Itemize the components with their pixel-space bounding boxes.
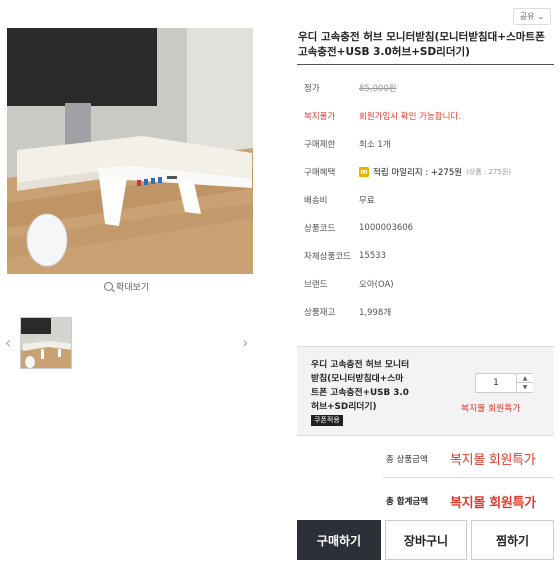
total-product-label: 총 상품금액 xyxy=(386,454,428,465)
option-name-wrap: 우디 고속충전 허브 모니터받침(모니터받침대+스마트폰 고속충전+USB 3.… xyxy=(311,358,411,428)
option-price: 복지몰 회원특가 xyxy=(461,404,521,414)
cart-button[interactable]: 장바구니 xyxy=(385,520,467,560)
total-sum-amount: 총 합계금액 복지몰 회원특가 xyxy=(383,482,554,520)
welfare-price-value: 회원가입시 확인 가능합니다. xyxy=(359,112,461,122)
total-product-amount: 총 상품금액 복지몰 회원특가 xyxy=(383,440,554,478)
zoom-link[interactable]: 확대보기 xyxy=(104,280,149,293)
chevron-left-icon[interactable]: ‹ xyxy=(5,335,11,351)
benefit-value: 적립 마일리지 : +275원 xyxy=(373,168,463,178)
total-sum-label: 총 합계금액 xyxy=(386,497,429,507)
chevron-right-icon[interactable]: › xyxy=(242,335,248,351)
mileage-badge-icon: m xyxy=(359,167,369,177)
shipping-label: 배송비 xyxy=(304,196,328,206)
option-name: 우디 고속충전 허브 모니터받침(모니터받침대+스마트폰 고속충전+USB 3.… xyxy=(311,360,410,412)
total-product-value: 복지몰 회원특가 xyxy=(450,453,536,468)
chevron-down-icon: ⌄ xyxy=(537,12,545,21)
share-button[interactable]: 공유 ⌄ xyxy=(513,8,551,25)
thumbnail-photo xyxy=(21,318,71,368)
total-sum-value: 복지몰 회원특가 xyxy=(450,495,536,511)
thumbnail-image[interactable] xyxy=(20,317,72,369)
selected-option-box: 우디 고속충전 허브 모니터받침(모니터받침대+스마트폰 고속충전+USB 3.… xyxy=(297,346,554,436)
info-row-limit: 구매제한 최소 1개 xyxy=(297,130,554,158)
info-row-brand: 브랜드 오아(OA) xyxy=(297,270,554,298)
info-row-stock: 상품재고 1,998개 xyxy=(297,298,554,326)
product-photo xyxy=(7,28,253,274)
brand-label: 브랜드 xyxy=(304,280,328,290)
shipping-value: 무료 xyxy=(359,196,375,206)
brand-value: 오아(OA) xyxy=(359,280,394,290)
info-row-welfare: 복지몰가 회원가입시 확인 가능합니다. xyxy=(297,102,554,130)
benefit-label: 구매혜택 xyxy=(304,168,336,178)
price-value: 85,000원 xyxy=(359,84,397,94)
benefit-sub: (상품 : 275원) xyxy=(466,168,512,176)
chevron-down-icon[interactable]: ▼ xyxy=(516,383,533,392)
product-code-value: 1000003606 xyxy=(359,223,414,233)
wishlist-button[interactable]: 찜하기 xyxy=(471,520,554,560)
price-label: 정가 xyxy=(304,84,320,94)
info-row-benefit: 구매혜택 m 적립 마일리지 : +275원 (상품 : 275원) xyxy=(297,158,554,186)
product-code-label: 상품코드 xyxy=(304,224,336,234)
own-code-value: 15533 xyxy=(359,251,387,261)
own-code-label: 자체상품코드 xyxy=(304,252,351,262)
stock-label: 상품재고 xyxy=(304,308,336,318)
coupon-badge: 쿠폰적용 xyxy=(311,415,343,426)
info-row-own-code: 자체상품코드 15533 xyxy=(297,242,554,270)
magnifier-icon xyxy=(104,282,113,291)
benefit-value-wrap: m 적립 마일리지 : +275원 (상품 : 275원) xyxy=(359,166,511,178)
limit-label: 구매제한 xyxy=(304,140,336,150)
quantity-input[interactable]: 1 xyxy=(476,374,516,392)
welfare-price-label: 복지몰가 xyxy=(304,112,336,122)
product-info-list: 정가 85,000원 복지몰가 회원가입시 확인 가능합니다. 구매제한 최소 … xyxy=(297,74,554,326)
stock-value: 1,998개 xyxy=(359,308,392,318)
info-row-shipping: 배송비 무료 xyxy=(297,186,554,214)
quantity-stepper[interactable]: 1 ▲ ▼ xyxy=(475,373,533,393)
info-row-code: 상품코드 1000003606 xyxy=(297,214,554,242)
title-divider xyxy=(297,64,554,65)
buy-button[interactable]: 구매하기 xyxy=(297,520,381,560)
product-title: 우디 고속충전 허브 모니터받침(모니터받침대+스마트폰 고속충전+USB 3.… xyxy=(298,31,545,58)
chevron-up-icon[interactable]: ▲ xyxy=(516,374,533,383)
limit-value: 최소 1개 xyxy=(359,140,391,150)
zoom-label: 확대보기 xyxy=(116,283,150,293)
share-label: 공유 xyxy=(519,12,535,21)
main-product-image[interactable] xyxy=(7,28,253,274)
info-row-price: 정가 85,000원 xyxy=(297,74,554,102)
